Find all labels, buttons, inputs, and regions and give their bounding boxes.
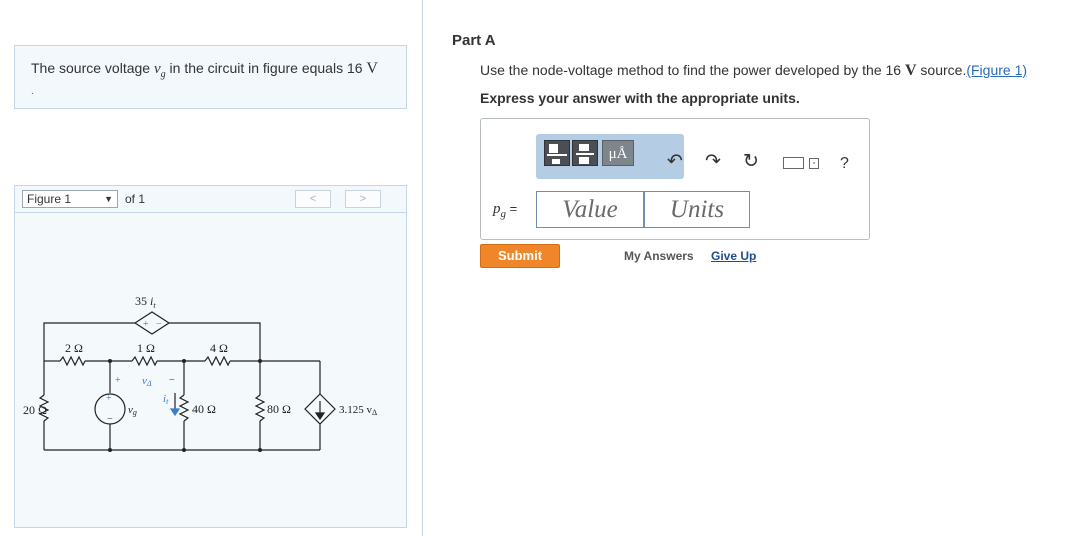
va-minus: − [169,375,175,386]
express-instruction: Express your answer with the appropriate… [480,90,800,106]
next-figure-button[interactable]: > [345,190,381,208]
dep-source-label: 35 it [135,294,156,310]
part-title: Part A [452,32,496,49]
figure-area: 35 it + − 2 Ω 1 Ω 4 Ω + vΔ − 20 Ω + − vg… [14,212,407,528]
r5-label: 40 Ω [192,402,216,416]
figure-select[interactable]: Figure 1 ▼ [22,190,118,208]
vg-plus: + [106,393,112,404]
va-label: vΔ [142,375,152,388]
my-answers-link[interactable]: My Answers [624,249,694,263]
keyboard-shortcut-icon[interactable]: ▫ [809,158,819,169]
keyboard-icon[interactable] [783,157,804,169]
fraction-icon[interactable] [572,140,598,166]
answer-box: μÅ ↶ ↷ ↻ ▫ ? pg = Value Units [480,118,870,240]
units-symbol-button[interactable]: μÅ [602,140,634,166]
problem-statement-box: The source voltage vg in the circuit in … [14,45,407,109]
figure-count: of 1 [125,192,146,206]
instruction: Use the node-voltage method to find the … [480,62,1028,79]
r4-label: 20 Ω [23,403,47,417]
problem-statement: The source voltage vg in the circuit in … [31,60,378,80]
redo-icon[interactable]: ↷ [705,150,721,173]
dep-current-label: 3.125 vΔ [339,404,377,417]
circuit-diagram: 35 it + − 2 Ω 1 Ω 4 Ω + vΔ − 20 Ω + − vg… [23,294,377,452]
dep-source-minus: − [156,319,162,330]
dropdown-caret-icon: ▼ [104,194,113,204]
pg-label: pg = [493,201,518,220]
it-label: it [163,393,169,406]
r6-label: 80 Ω [267,402,291,416]
dep-source-plus: + [143,319,149,330]
vg-minus: − [107,414,113,425]
r3-label: 4 Ω [210,341,228,355]
reset-icon[interactable]: ↻ [743,150,759,173]
units-input[interactable]: Units [644,191,750,228]
undo-icon[interactable]: ↶ [667,150,683,173]
math-toolbar: μÅ [536,134,684,179]
value-input[interactable]: Value [536,191,644,228]
template-icon[interactable] [544,140,570,166]
submit-button[interactable]: Submit [480,244,560,268]
problem-trailing-dot: . [31,86,34,97]
figure-link[interactable]: (Figure 1) [966,62,1027,78]
r2-label: 1 Ω [137,341,155,355]
vg-symbol: vg [153,61,166,80]
r1-label: 2 Ω [65,341,83,355]
vg-label: vg [128,404,137,417]
va-plus: + [115,375,121,386]
figure-nav-bar: Figure 1 ▼ of 1 < > [14,185,407,213]
help-icon[interactable]: ? [840,155,849,173]
prev-figure-button[interactable]: < [295,190,331,208]
give-up-link[interactable]: Give Up [711,249,756,263]
